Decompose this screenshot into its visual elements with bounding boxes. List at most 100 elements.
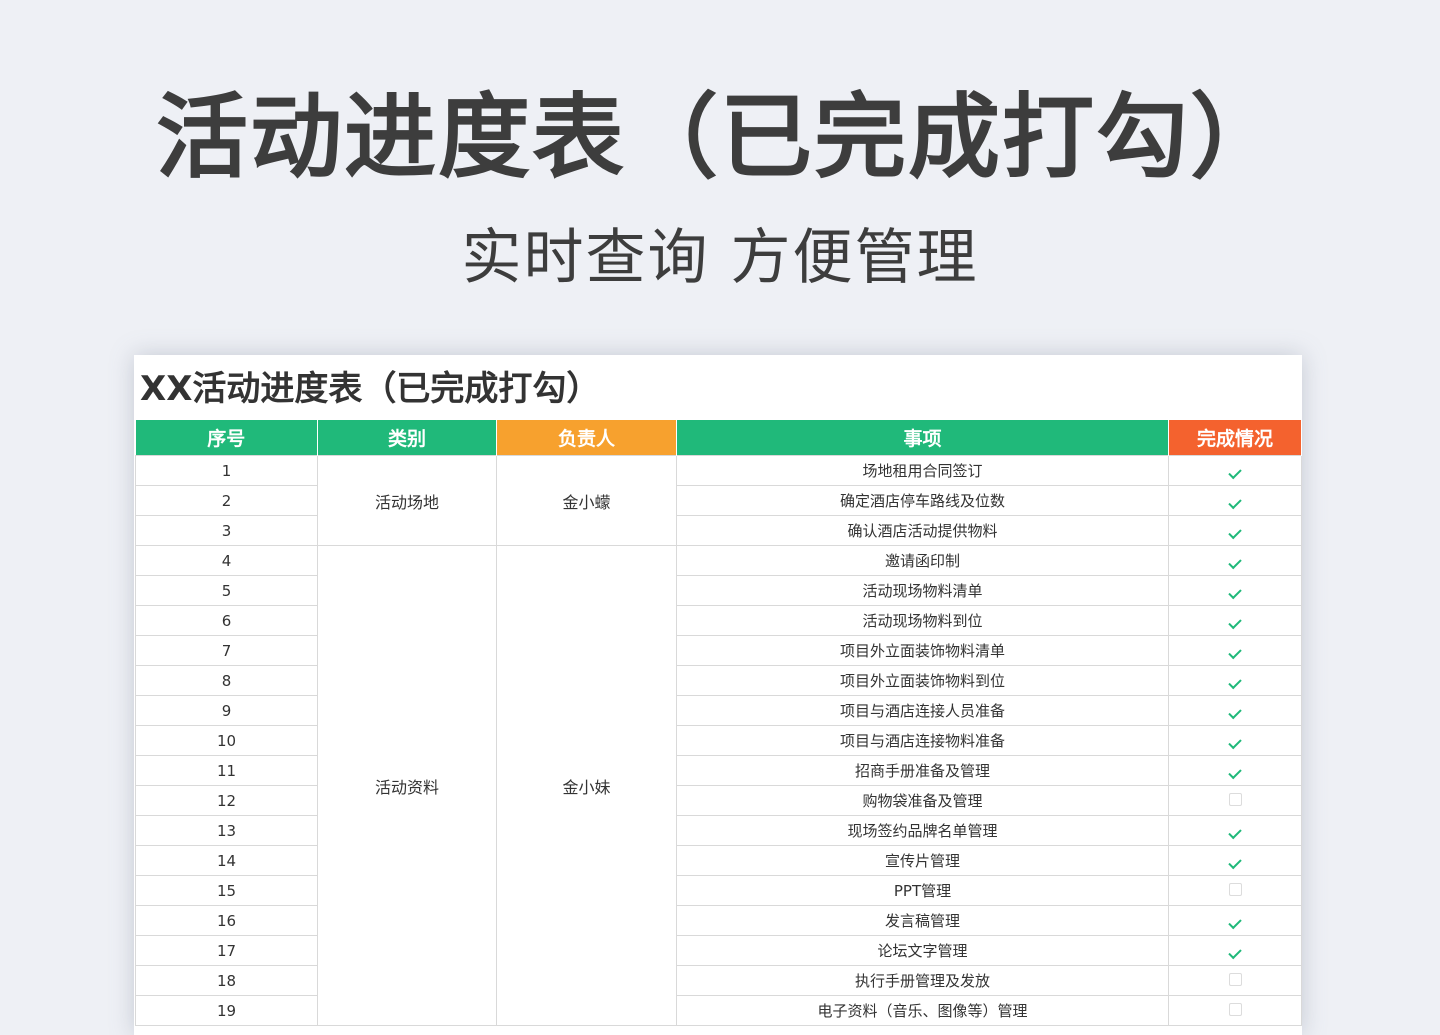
cell-item[interactable]: 项目与酒店连接物料准备 [676, 725, 1169, 756]
cell-serial[interactable]: 13 [135, 815, 318, 846]
table-row: 4 活动资料 金小妹 邀请函印制 [135, 545, 1302, 1026]
cell-status[interactable] [1168, 845, 1302, 876]
empty-checkbox-icon[interactable] [1228, 882, 1242, 896]
cell-item[interactable]: 宣传片管理 [676, 845, 1169, 876]
cell-status[interactable] [1168, 995, 1302, 1026]
cell-item[interactable]: 购物袋准备及管理 [676, 785, 1169, 816]
cell-item[interactable]: 活动现场物料清单 [676, 575, 1169, 606]
cell-item[interactable]: 活动现场物料到位 [676, 605, 1169, 636]
cell-status[interactable] [1168, 455, 1302, 486]
check-icon[interactable] [1228, 645, 1242, 659]
cell-serial[interactable]: 11 [135, 755, 318, 786]
cell-item[interactable]: 场地租用合同签订 [676, 455, 1169, 486]
table-row: 14 宣传片管理 [135, 845, 1302, 876]
check-icon[interactable] [1228, 525, 1242, 539]
empty-checkbox-icon[interactable] [1228, 792, 1242, 806]
cell-status[interactable] [1168, 815, 1302, 846]
check-icon[interactable] [1228, 825, 1242, 839]
cell-serial[interactable]: 14 [135, 845, 318, 876]
table-row: 2 确定酒店停车路线及位数 [135, 485, 1302, 516]
cell-status[interactable] [1168, 665, 1302, 696]
cell-serial[interactable]: 18 [135, 965, 318, 996]
check-icon[interactable] [1228, 495, 1242, 509]
cell-status[interactable] [1168, 545, 1302, 576]
table-row: 17 论坛文字管理 [135, 935, 1302, 966]
cell-item[interactable]: 电子资料（音乐、图像等）管理 [676, 995, 1169, 1026]
cell-serial[interactable]: 19 [135, 995, 318, 1026]
table-row: 19 电子资料（音乐、图像等）管理 [135, 995, 1302, 1026]
cell-item[interactable]: 确认酒店活动提供物料 [676, 515, 1169, 546]
cell-status[interactable] [1168, 485, 1302, 516]
table-row: 18 执行手册管理及发放 [135, 965, 1302, 996]
empty-checkbox-icon[interactable] [1228, 972, 1242, 986]
table-row: 10 项目与酒店连接物料准备 [135, 725, 1302, 756]
cell-status[interactable] [1168, 875, 1302, 906]
cell-status[interactable] [1168, 605, 1302, 636]
table-body: 1 活动场地 金小蠓 场地租用合同签订 2 确定酒店停车路线及位数 3 确认酒店活动提供物料 4… [135, 455, 1302, 1026]
cell-item[interactable]: 项目外立面装饰物料到位 [676, 665, 1169, 696]
cell-serial[interactable]: 10 [135, 725, 318, 756]
cell-item[interactable]: 邀请函印制 [676, 545, 1169, 576]
cell-status[interactable] [1168, 695, 1302, 726]
cell-status[interactable] [1168, 905, 1302, 936]
cell-item[interactable]: 招商手册准备及管理 [676, 755, 1169, 786]
cell-serial[interactable]: 16 [135, 905, 318, 936]
cell-status[interactable] [1168, 635, 1302, 666]
cell-status[interactable] [1168, 755, 1302, 786]
check-icon[interactable] [1228, 705, 1242, 719]
table-row: 9 项目与酒店连接人员准备 [135, 695, 1302, 726]
empty-checkbox-icon[interactable] [1228, 1002, 1242, 1016]
cell-item[interactable]: 项目与酒店连接人员准备 [676, 695, 1169, 726]
header-category: 类别 [317, 420, 497, 456]
cell-category[interactable]: 活动资料 [317, 545, 497, 1026]
cell-category[interactable]: 活动场地 [317, 455, 497, 546]
cell-serial[interactable]: 5 [135, 575, 318, 606]
header-row: 序号 类别 负责人 事项 完成情况 [135, 420, 1302, 456]
cell-item[interactable]: 执行手册管理及发放 [676, 965, 1169, 996]
cell-serial[interactable]: 12 [135, 785, 318, 816]
cell-owner[interactable]: 金小蠓 [496, 455, 677, 546]
cell-serial[interactable]: 8 [135, 665, 318, 696]
cell-status[interactable] [1168, 575, 1302, 606]
check-icon[interactable] [1228, 765, 1242, 779]
cell-status[interactable] [1168, 725, 1302, 756]
check-icon[interactable] [1228, 915, 1242, 929]
table-row: 1 活动场地 金小蠓 场地租用合同签订 [135, 455, 1302, 546]
cell-serial[interactable]: 6 [135, 605, 318, 636]
check-icon[interactable] [1228, 615, 1242, 629]
progress-table: 序号 类别 负责人 事项 完成情况 1 活动场地 金小蠓 场地租用合同签订 2 确定酒店停… [135, 420, 1302, 1026]
check-icon[interactable] [1228, 855, 1242, 869]
cell-serial[interactable]: 9 [135, 695, 318, 726]
cell-item[interactable]: 项目外立面装饰物料清单 [676, 635, 1169, 666]
cell-status[interactable] [1168, 785, 1302, 816]
cell-serial[interactable]: 3 [135, 515, 318, 546]
cell-serial[interactable]: 15 [135, 875, 318, 906]
check-icon[interactable] [1228, 465, 1242, 479]
cell-status[interactable] [1168, 965, 1302, 996]
cell-item[interactable]: PPT管理 [676, 875, 1169, 906]
check-icon[interactable] [1228, 585, 1242, 599]
cell-status[interactable] [1168, 515, 1302, 546]
check-icon[interactable] [1228, 675, 1242, 689]
table-row: 11 招商手册准备及管理 [135, 755, 1302, 786]
check-icon[interactable] [1228, 735, 1242, 749]
hero-subtitle: 实时查询 方便管理 [461, 223, 979, 293]
cell-serial[interactable]: 1 [135, 455, 318, 486]
cell-item[interactable]: 确定酒店停车路线及位数 [676, 485, 1169, 516]
cell-item[interactable]: 现场签约品牌名单管理 [676, 815, 1169, 846]
header-status: 完成情况 [1168, 420, 1302, 456]
cell-status[interactable] [1168, 935, 1302, 966]
table-row: 15 PPT管理 [135, 875, 1302, 906]
cell-serial[interactable]: 7 [135, 635, 318, 666]
cell-serial[interactable]: 2 [135, 485, 318, 516]
cell-item[interactable]: 发言稿管理 [676, 905, 1169, 936]
cell-item[interactable]: 论坛文字管理 [676, 935, 1169, 966]
check-icon[interactable] [1228, 945, 1242, 959]
check-icon[interactable] [1228, 555, 1242, 569]
table-row: 13 现场签约品牌名单管理 [135, 815, 1302, 846]
cell-owner[interactable]: 金小妹 [496, 545, 677, 1026]
header-serial: 序号 [135, 420, 318, 456]
cell-serial[interactable]: 17 [135, 935, 318, 966]
cell-serial[interactable]: 4 [135, 545, 318, 576]
hero-title: 活动进度表（已完成打勾） [155, 84, 1284, 191]
